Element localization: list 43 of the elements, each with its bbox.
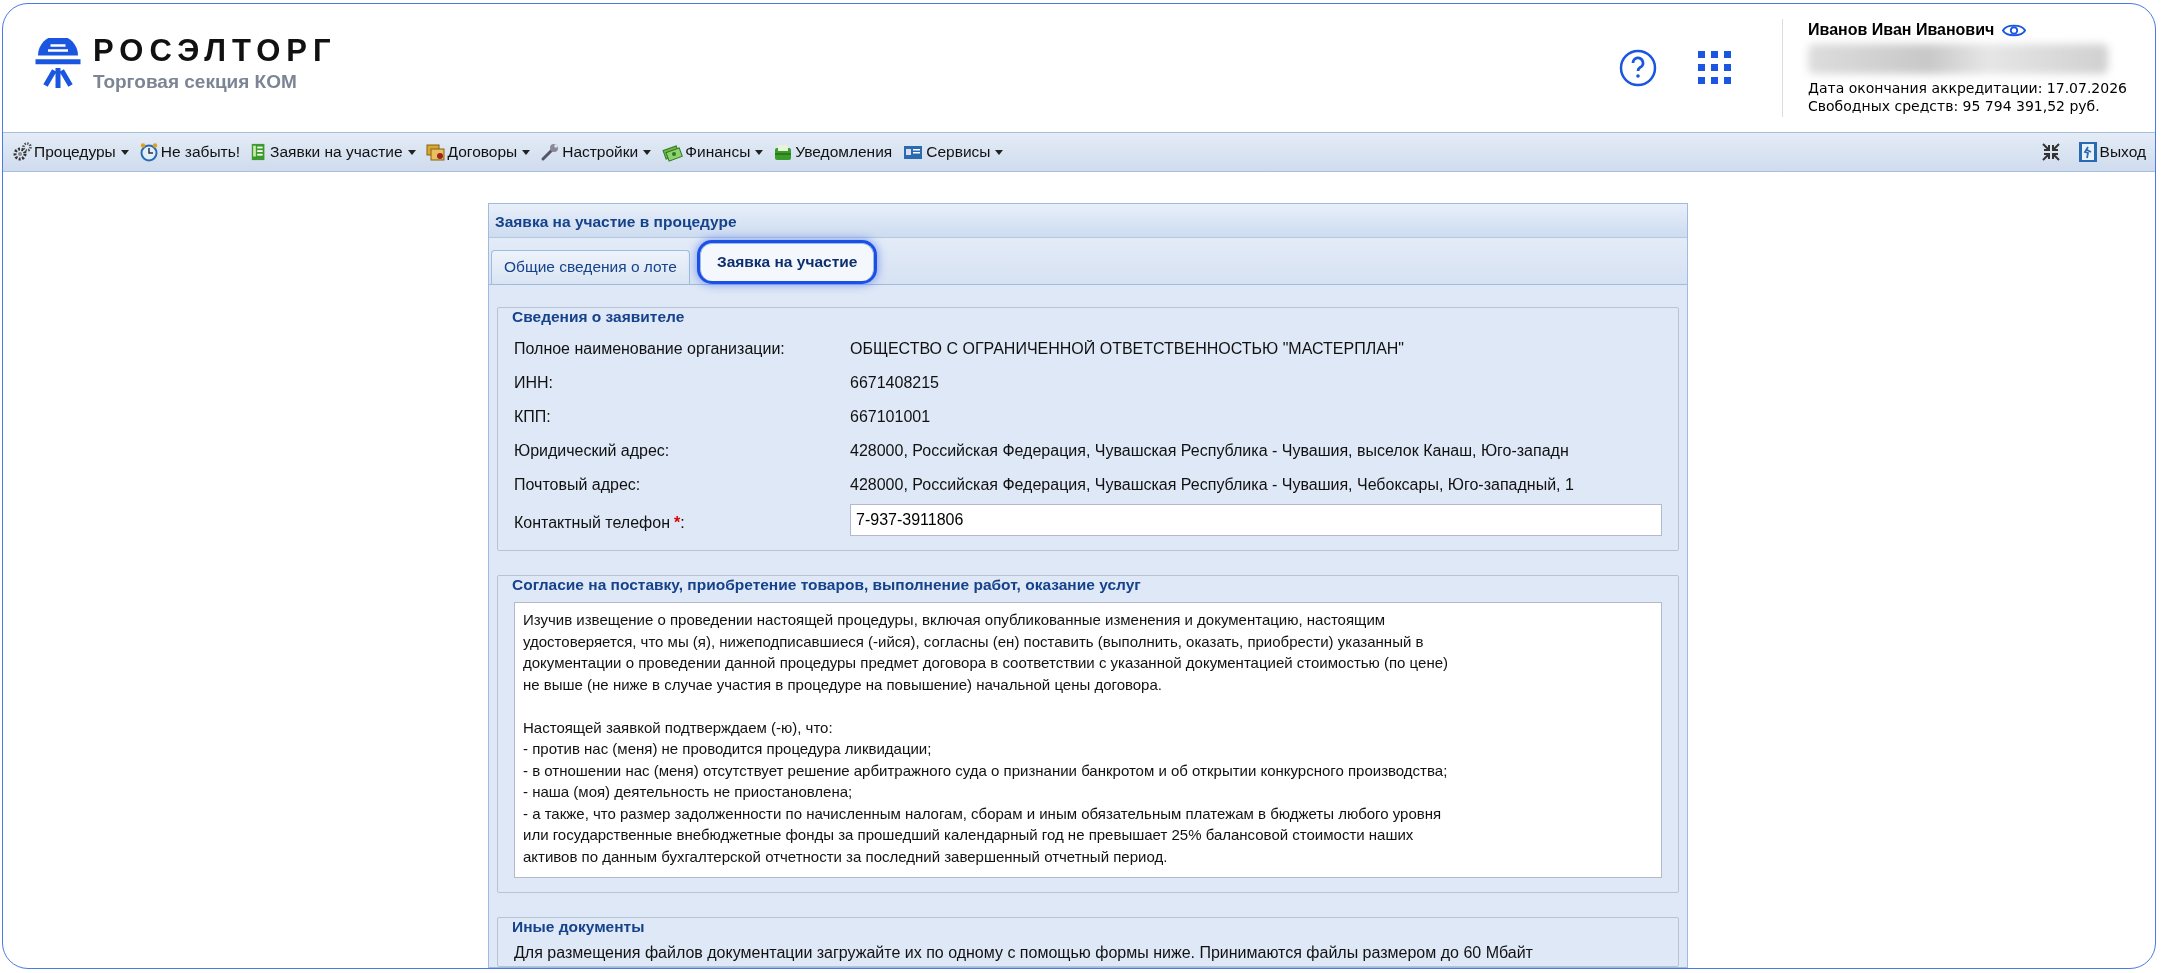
field-label: Почтовый адрес: xyxy=(514,476,642,494)
folders-icon xyxy=(425,142,446,162)
tab[interactable]: Общие сведения о лоте xyxy=(491,250,690,284)
menu-item[interactable]: Заявки на участие xyxy=(247,140,419,164)
collapse-icon[interactable] xyxy=(2040,142,2061,162)
field-label: КПП: xyxy=(514,408,552,426)
tray-icon xyxy=(773,142,794,162)
field-label: Контактный телефон *: xyxy=(514,514,686,532)
consent-text-area[interactable]: Изучив извещение о проведении настоящей процедуры, включая опубликованные изменения и документацию, настоящим удостоверяется, что мы (я), нижеподписавшиеся (-ийся), согласны (ен) поставить (выполнить, оказать, приобрести) указанный в документации о проведении данной процедуры предмет договора в соответствии с указанной документацией стоимостью (по цене) не выше (не ниже в случае участия в процедуре на повышение) начальной цены договора. Настоящей заявкой подтверждаем (-ю), что: - против нас (меня) не проводится процедура ликвидации; - в отношении нас (меня) отсутствует решение арбитражного суда о признании банкротом и об открытии конкурсного производства; - наша (моя) деятельность не приостановлена; - а также, что размер задолженности по начисленным налогам, сборам и иным обязательным платежам в бюджеты любого уровня или государственные внебюджетные фонды за прошедший календарный год не превышает 25% балансовой стоимости наших активов по данным бухгалтерской отчетности за последний завершенный отчетный период. xyxy=(514,602,1662,878)
user-name: Иванов Иван Иванович xyxy=(1808,21,1995,39)
field-value: 667101001 xyxy=(850,408,932,426)
gears-icon xyxy=(12,142,32,162)
apps-grid-icon[interactable] xyxy=(1698,51,1732,85)
wrench-icon xyxy=(540,142,561,162)
logo-title: РОСЭЛТОРГ xyxy=(93,33,337,69)
field-label: Юридический адрес: xyxy=(514,442,671,460)
field-value: 6671408215 xyxy=(850,374,940,392)
field-value: 428000, Российская Федерация, Чувашская Республика - Чувашия, выселок Канаш, Юго-западн xyxy=(850,442,1570,460)
panel-title: Заявка на участие в процедуре xyxy=(489,204,1687,238)
accreditation-date: Дата окончания аккредитации: 17.07.2026 xyxy=(1808,79,2127,97)
menu-item[interactable]: Договоры xyxy=(422,140,534,164)
available-funds: Свободных средств: 95 794 391,52 руб. xyxy=(1808,97,2101,115)
exit-door-icon xyxy=(2077,141,2098,163)
menu-item[interactable]: Процедуры xyxy=(9,140,132,164)
field-label: ИНН: xyxy=(514,374,555,392)
phone-input[interactable]: 7-937-3911806 xyxy=(850,504,1662,536)
field-value: 428000, Российская Федерация, Чувашская Республика - Чувашия, Чебоксары, Юго-западный, 1 xyxy=(850,476,1575,494)
menu-item[interactable]: Уведомления xyxy=(770,140,896,164)
logo-subtitle: Торговая секция КОМ xyxy=(93,71,298,93)
instructions-text: Для размещения файлов документации загружайте их по одному с помощью формы ниже. Принимаются файлы размером до 60 Мбайт xyxy=(514,944,1534,962)
menu-item[interactable]: Не забыть! xyxy=(135,140,244,164)
field-value: ОБЩЕСТВО С ОГРАНИЧЕННОЙ ОТВЕТСТВЕННОСТЬЮ "МАСТЕРПЛАН" xyxy=(850,340,1406,358)
tab[interactable]: Заявка на участие xyxy=(699,243,875,281)
clock-icon xyxy=(138,142,159,162)
money-icon xyxy=(661,142,684,162)
menu-item[interactable]: Сервисы xyxy=(899,140,1007,164)
exit-button[interactable]: Выход xyxy=(2074,139,2149,165)
eye-icon[interactable] xyxy=(2002,22,2027,38)
menu-item[interactable]: Финансы xyxy=(658,140,767,164)
menu-item[interactable]: Настройки xyxy=(537,140,655,164)
logo-icon xyxy=(33,38,83,88)
field-label: Полное наименование организации: xyxy=(514,340,786,358)
help-icon[interactable] xyxy=(1618,48,1658,88)
